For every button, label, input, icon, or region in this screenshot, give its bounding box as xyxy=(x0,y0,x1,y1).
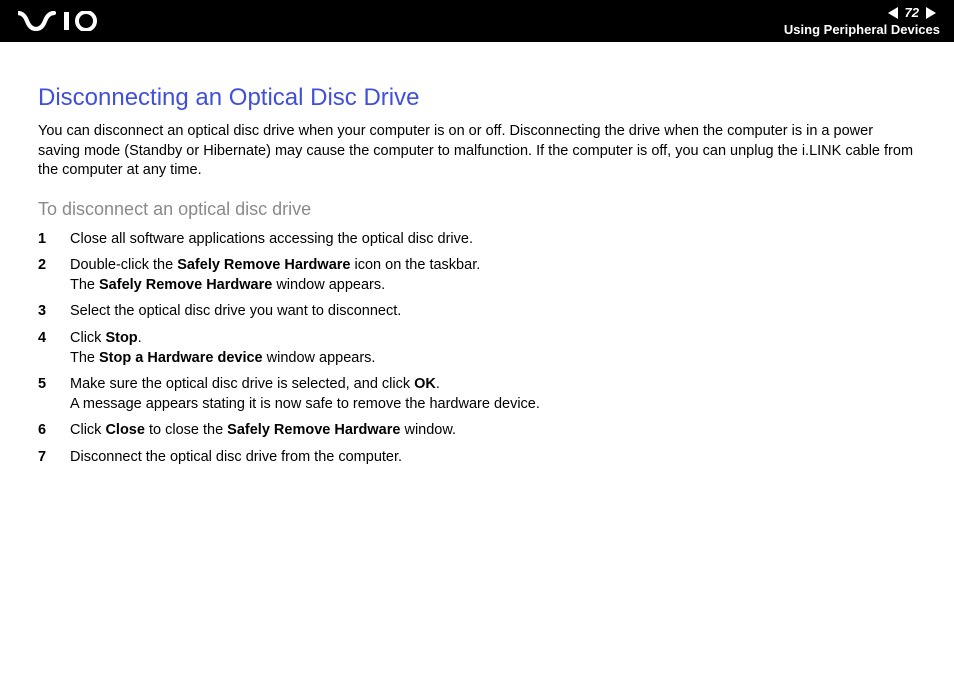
step-text: icon on the taskbar. xyxy=(350,257,480,273)
step-text: window appears. xyxy=(272,277,385,293)
step-text: The xyxy=(70,350,99,366)
step-bold: Safely Remove Hardware xyxy=(177,257,350,273)
section-label: Using Peripheral Devices xyxy=(784,22,940,37)
step-text: to close the xyxy=(145,422,227,438)
step-bold: Close xyxy=(105,422,145,438)
step-text: Click xyxy=(70,330,105,346)
steps-list: Close all software applications accessin… xyxy=(38,230,916,468)
step-text: Click xyxy=(70,422,105,438)
step-text: The xyxy=(70,277,99,293)
step-item: Close all software applications accessin… xyxy=(38,230,916,250)
step-text: Close all software applications accessin… xyxy=(70,231,473,247)
intro-paragraph: You can disconnect an optical disc drive… xyxy=(38,122,916,181)
page-content: Disconnecting an Optical Disc Drive You … xyxy=(0,42,954,467)
step-item: Click Close to close the Safely Remove H… xyxy=(38,421,916,441)
step-bold: Safely Remove Hardware xyxy=(227,422,400,438)
step-bold: Stop xyxy=(105,330,137,346)
step-item: Click Stop. The Stop a Hardware device w… xyxy=(38,329,916,368)
step-text: . xyxy=(138,330,142,346)
step-text: Double-click the xyxy=(70,257,177,273)
step-text: Disconnect the optical disc drive from t… xyxy=(70,449,402,465)
header-bar: 72 Using Peripheral Devices xyxy=(0,0,954,42)
step-text: window. xyxy=(400,422,456,438)
step-text: A message appears stating it is now safe… xyxy=(70,395,916,415)
step-text: window appears. xyxy=(263,350,376,366)
step-text: Make sure the optical disc drive is sele… xyxy=(70,376,414,392)
step-item: Double-click the Safely Remove Hardware … xyxy=(38,256,916,295)
header-right: 72 Using Peripheral Devices xyxy=(784,5,940,37)
step-bold: OK xyxy=(414,376,436,392)
page-nav: 72 xyxy=(884,5,940,20)
step-text: Select the optical disc drive you want t… xyxy=(70,303,401,319)
subheading: To disconnect an optical disc drive xyxy=(38,199,916,220)
step-bold: Safely Remove Hardware xyxy=(99,277,272,293)
page-number: 72 xyxy=(902,5,922,20)
step-item: Make sure the optical disc drive is sele… xyxy=(38,375,916,414)
step-item: Select the optical disc drive you want t… xyxy=(38,302,916,322)
page-title: Disconnecting an Optical Disc Drive xyxy=(38,84,916,112)
vaio-logo xyxy=(18,11,114,31)
page-prev-icon[interactable] xyxy=(888,7,898,19)
step-bold: Stop a Hardware device xyxy=(99,350,263,366)
page-next-icon[interactable] xyxy=(926,7,936,19)
step-text: . xyxy=(436,376,440,392)
step-item: Disconnect the optical disc drive from t… xyxy=(38,448,916,468)
